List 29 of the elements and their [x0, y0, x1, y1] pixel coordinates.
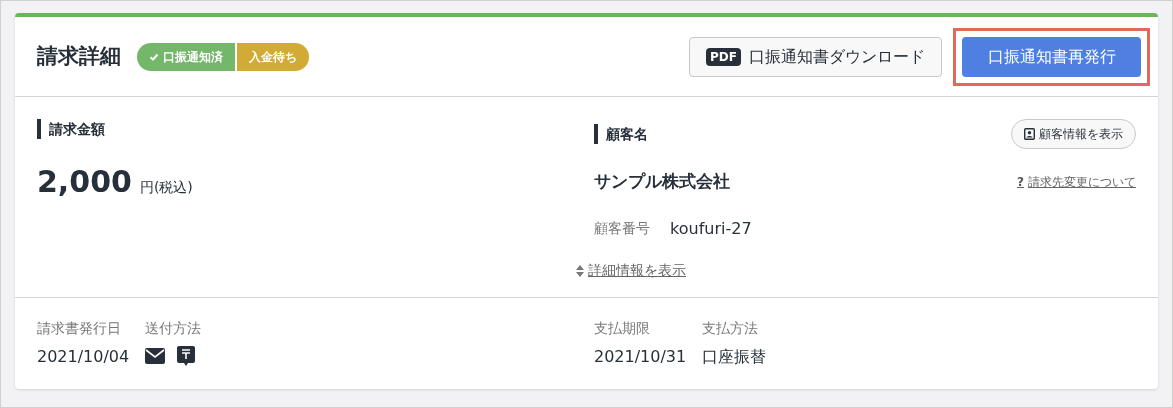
- download-button[interactable]: PDF 口振通知書ダウンロード: [689, 36, 942, 77]
- customer-info-button[interactable]: 顧客情報を表示: [1011, 119, 1136, 149]
- field-value: 2021/10/04: [37, 346, 130, 368]
- field-label: 請求書発行日: [37, 319, 122, 338]
- amount-value: 2,000: [37, 163, 132, 201]
- section-heading: 請求金額: [37, 119, 594, 139]
- help-link[interactable]: ? 請求先変更について: [1017, 172, 1136, 191]
- postbox-icon: [177, 346, 196, 366]
- section-heading: 顧客名: [594, 124, 648, 144]
- reissue-button[interactable]: 口振通知書再発行: [962, 36, 1141, 77]
- amount-unit: 円(税込): [139, 178, 193, 197]
- contact-icon: [1024, 128, 1035, 140]
- sort-icon: [576, 264, 584, 277]
- field-value: 口座振替: [702, 346, 767, 368]
- envelope-icon: [145, 348, 166, 364]
- field-value: 2021/10/31: [594, 346, 687, 368]
- field-label: 顧客番号: [594, 219, 650, 238]
- customer-id: koufuri-27: [670, 217, 752, 240]
- customer-name: サンプル株式会社: [594, 170, 730, 193]
- status-badge: 口振通知済: [137, 42, 235, 71]
- field-label: 支払期限: [594, 319, 651, 338]
- check-icon: [149, 51, 159, 62]
- status-badge: 入金待ち: [237, 42, 309, 71]
- field-label: 支払方法: [702, 319, 760, 338]
- question-icon: ?: [1017, 172, 1024, 191]
- field-label: 送付方法: [145, 319, 202, 338]
- page-title: 請求詳細: [37, 42, 121, 70]
- pdf-icon: PDF: [706, 47, 741, 66]
- details-link[interactable]: 詳細情報を表示: [576, 260, 686, 281]
